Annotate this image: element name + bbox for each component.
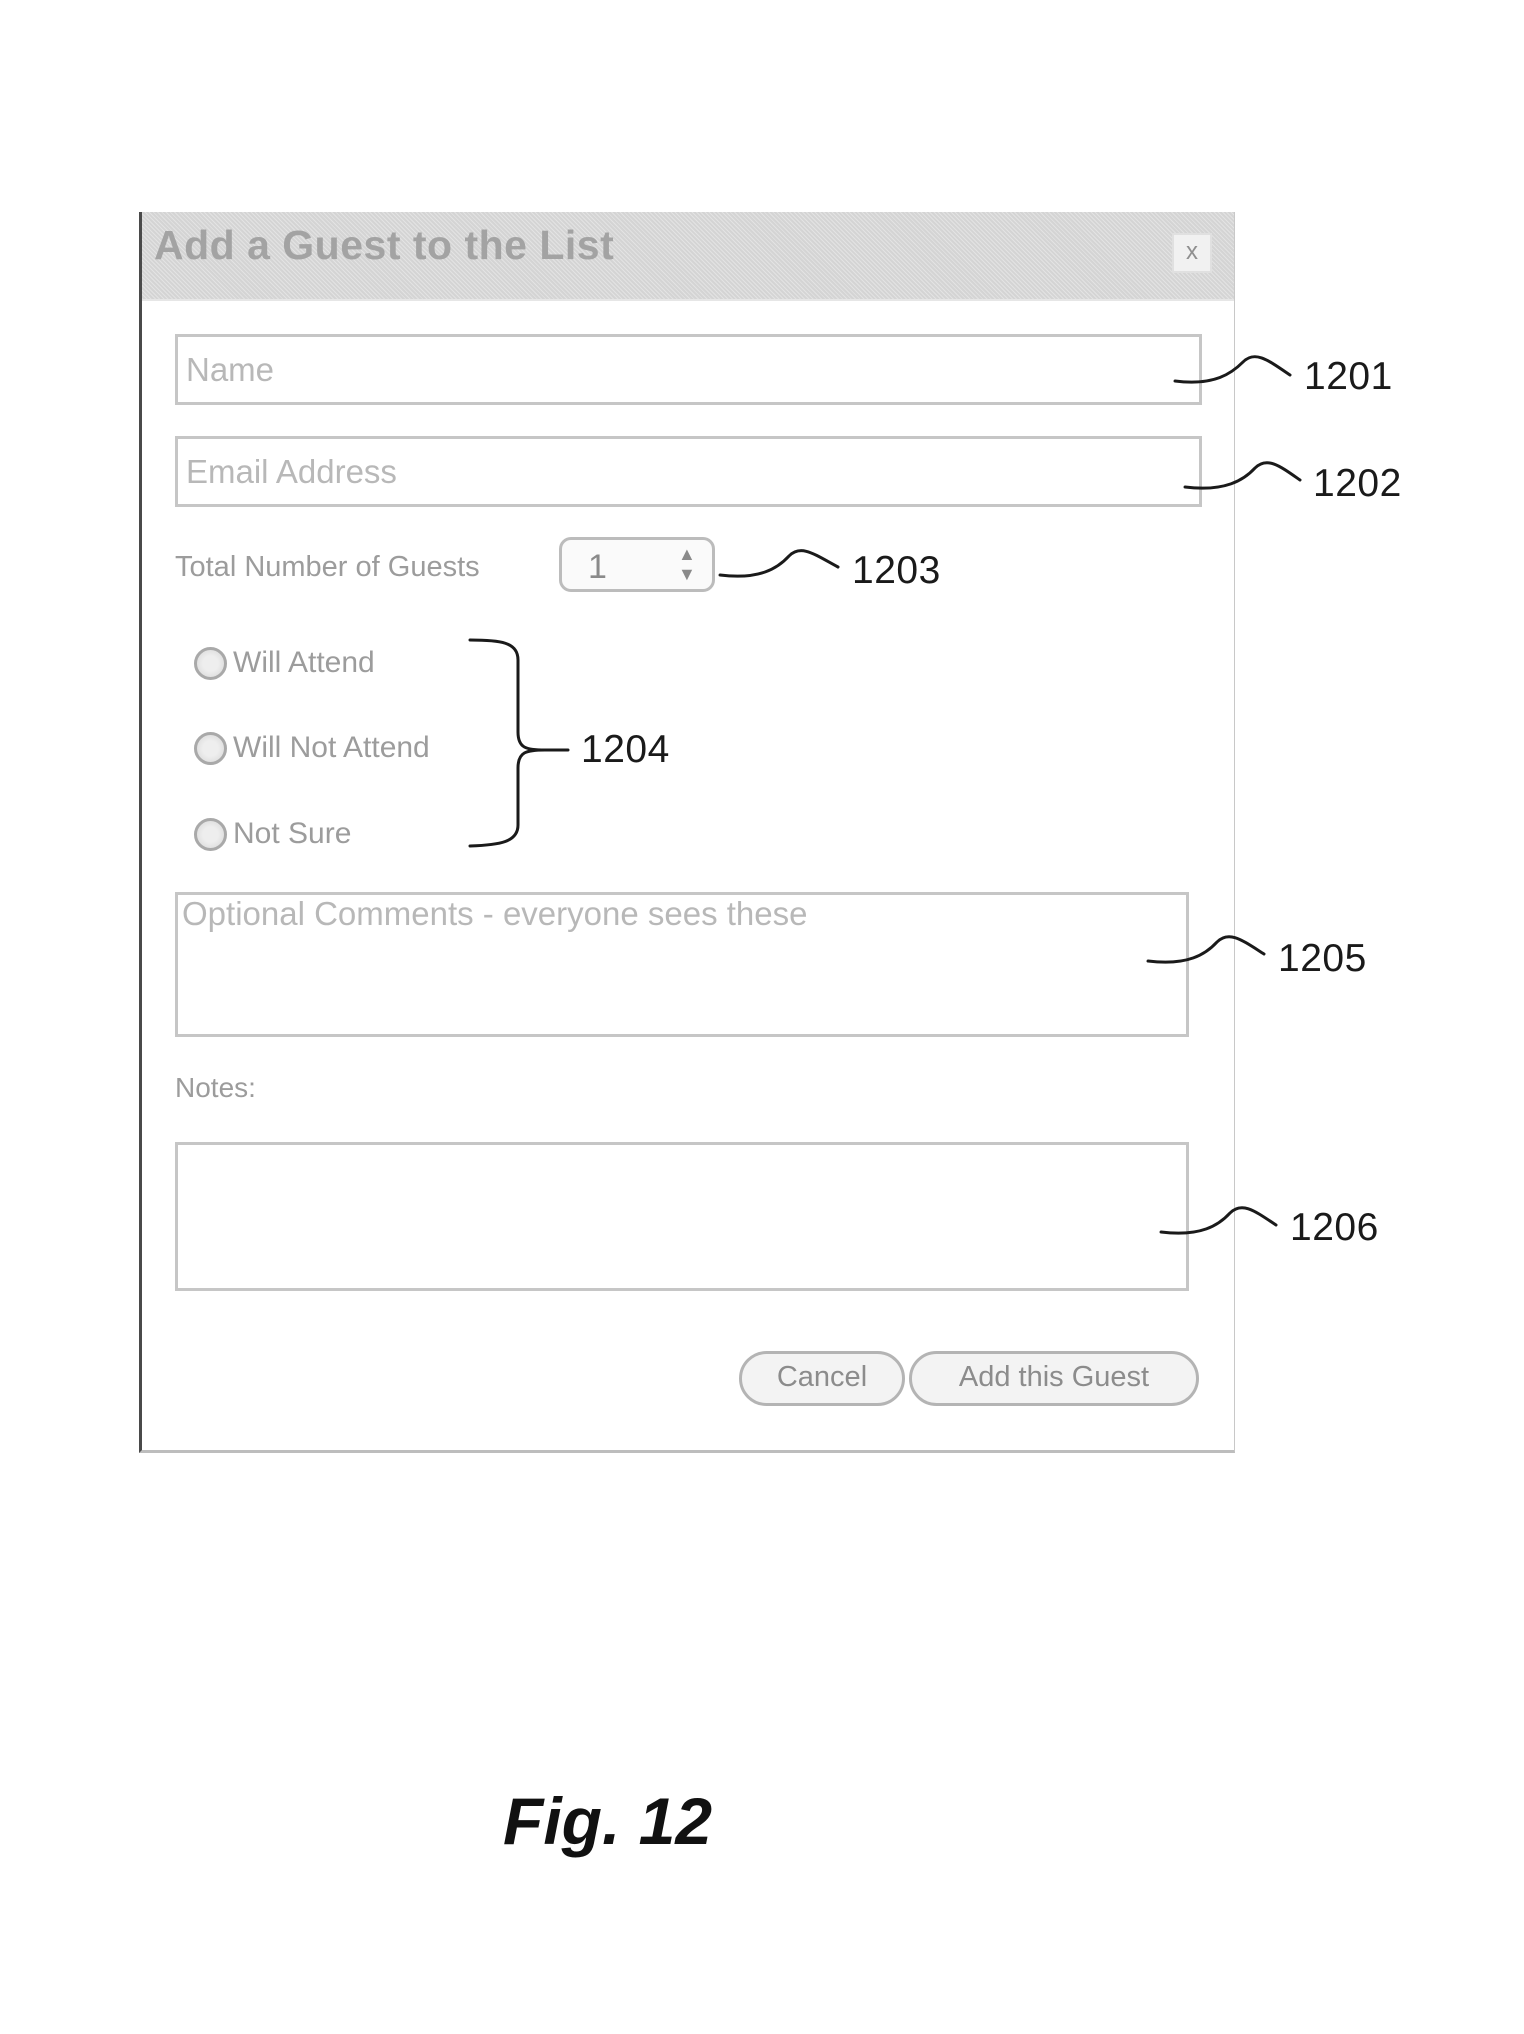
radio-circle-icon[interactable] <box>194 818 227 851</box>
radio-label: Will Not Attend <box>233 731 430 765</box>
radio-will-attend[interactable]: Will Attend <box>194 641 375 685</box>
email-field[interactable] <box>175 436 1202 507</box>
radio-circle-icon[interactable] <box>194 647 227 680</box>
notes-field[interactable] <box>175 1142 1189 1291</box>
ref-number-1202: 1202 <box>1313 462 1402 506</box>
radio-not-sure[interactable]: Not Sure <box>194 812 351 856</box>
email-input[interactable] <box>186 439 1199 504</box>
stepper-arrows-icon[interactable]: ▲▼ <box>678 544 696 584</box>
guests-count-value: 1 <box>588 548 607 587</box>
radio-circle-icon[interactable] <box>194 732 227 765</box>
radio-will-not-attend[interactable]: Will Not Attend <box>194 726 430 770</box>
dialog-title: Add a Guest to the List <box>154 222 614 269</box>
comments-textarea[interactable] <box>182 895 1186 1034</box>
dialog-titlebar: Add a Guest to the List x <box>142 212 1234 301</box>
ref-number-1203: 1203 <box>852 549 941 593</box>
cancel-button[interactable]: Cancel <box>739 1351 905 1406</box>
radio-label: Not Sure <box>233 817 351 851</box>
add-guest-button[interactable]: Add this Guest <box>909 1351 1199 1406</box>
guests-count-stepper[interactable]: 1 ▲▼ <box>559 537 715 592</box>
ref-number-1206: 1206 <box>1290 1206 1379 1250</box>
ref-number-1204: 1204 <box>581 728 670 772</box>
close-button[interactable]: x <box>1172 233 1212 273</box>
ref-number-1201: 1201 <box>1304 355 1393 399</box>
radio-label: Will Attend <box>233 646 375 680</box>
guests-count-label: Total Number of Guests <box>175 551 480 584</box>
notes-label: Notes: <box>175 1072 256 1104</box>
ref-number-1205: 1205 <box>1278 937 1367 981</box>
figure-caption: Fig. 12 <box>503 1783 712 1859</box>
name-input[interactable] <box>186 337 1199 402</box>
notes-textarea[interactable] <box>186 1145 1186 1288</box>
add-guest-dialog: Add a Guest to the List x Total Number o… <box>139 212 1235 1453</box>
name-field[interactable] <box>175 334 1202 405</box>
comments-field[interactable] <box>175 892 1189 1037</box>
